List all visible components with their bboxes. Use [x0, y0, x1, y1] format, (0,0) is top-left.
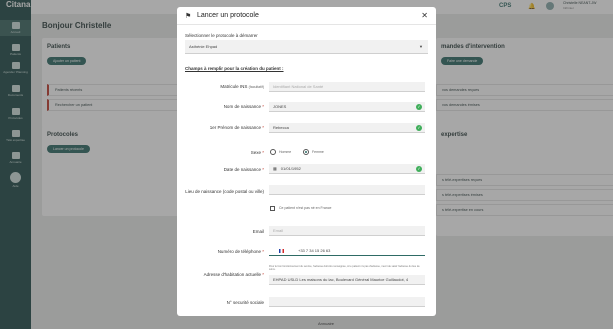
radio-homme[interactable]	[270, 149, 276, 155]
secu-input[interactable]	[269, 297, 425, 307]
modal-title: Lancer un protocole	[197, 12, 259, 19]
email-label: Email	[252, 229, 264, 234]
date-label: Date de naissance *	[223, 167, 264, 172]
check-icon: ✓	[416, 104, 422, 110]
prenom-label: 1er Prénom de naissance *	[209, 125, 264, 130]
nom-input[interactable]: JONES ✓	[269, 102, 425, 112]
chevron-down-icon: ▼	[419, 44, 423, 49]
date-value: 01/01/1952	[280, 166, 301, 171]
date-label-text: Date de naissance	[223, 167, 261, 172]
secu-label: N° securité sociale	[226, 300, 264, 305]
ins-suffix: (facultatif)	[248, 85, 264, 89]
nom-label: Nom de naissance *	[223, 104, 264, 109]
ins-label-text: Matricule INS	[220, 84, 248, 89]
radio-femme[interactable]	[303, 149, 309, 155]
section-link: Champs à remplir pour la création du pat…	[185, 66, 284, 71]
prenom-label-text: 1er Prénom de naissance	[209, 125, 261, 130]
adresse-note: Pour le bon fonctionnement du service, l…	[269, 265, 420, 271]
not-born-france-label: Ce patient n'est pas né en France	[279, 206, 332, 210]
protocol-select[interactable]: Asthénie Ehpad ▼	[185, 40, 428, 54]
radio-femme-label: Femme	[312, 150, 324, 154]
adresse-value: EHPAD USLD Les maisons du lac, Boulevard…	[273, 277, 409, 282]
select-value: Asthénie Ehpad	[189, 44, 218, 49]
launch-protocol-modal: ⚑ Lancer un protocole ✕ Sélectionner le …	[177, 7, 436, 316]
nom-value: JONES	[273, 104, 287, 109]
nom-label-text: Nom de naissance	[223, 104, 261, 109]
adresse-label: Adresse d'habitation actuelle *	[203, 272, 264, 277]
ins-placeholder: Identifiant National de Santé	[273, 84, 324, 89]
check-icon: ✓	[416, 125, 422, 131]
modal-header: ⚑ Lancer un protocole ✕	[177, 7, 436, 25]
tel-label: Numéro de téléphone *	[217, 249, 264, 254]
sexe-label-text: Sexe	[250, 150, 261, 155]
calendar-icon: ▦	[273, 166, 277, 171]
sexe-label: Sexe *	[250, 150, 264, 155]
tel-input[interactable]: +33 7 34 15 26 63	[269, 246, 425, 256]
lieu-input[interactable]	[269, 185, 425, 195]
date-input[interactable]: ▦ 01/01/1952 ✓	[269, 164, 425, 174]
email-input[interactable]: Email	[269, 226, 425, 236]
tel-label-text: Numéro de téléphone	[217, 249, 261, 254]
adresse-label-text: Adresse d'habitation actuelle	[203, 272, 261, 277]
france-flag-icon[interactable]	[279, 248, 284, 253]
ins-input[interactable]: Identifiant National de Santé	[269, 82, 425, 92]
check-icon: ✓	[416, 166, 422, 172]
prenom-input[interactable]: Rebecca ✓	[269, 123, 425, 133]
email-placeholder: Email	[273, 228, 284, 233]
flag-icon: ⚑	[185, 13, 192, 20]
close-icon[interactable]: ✕	[421, 11, 428, 20]
ins-label: Matricule INS (facultatif)	[182, 84, 264, 89]
radio-homme-label: Homme	[279, 150, 292, 154]
tel-value: +33 7 34 15 26 63	[298, 248, 331, 253]
lieu-label: Lieu de naissance (code postal ou ville)	[185, 189, 264, 194]
select-label: Sélectionner le protocole à démarrer	[185, 33, 258, 38]
prenom-value: Rebecca	[273, 125, 289, 130]
not-born-france-checkbox[interactable]	[270, 206, 275, 211]
adresse-input[interactable]: EHPAD USLD Les maisons du lac, Boulevard…	[269, 275, 425, 285]
